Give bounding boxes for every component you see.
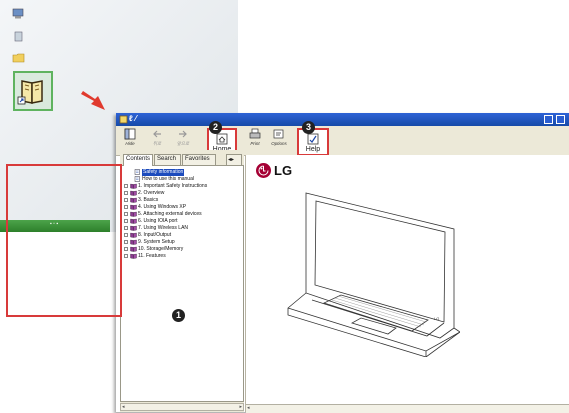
tree-item-label: 5. Attaching external devices bbox=[138, 211, 202, 217]
app-icon bbox=[119, 115, 128, 124]
tab-favorites[interactable]: Favorites bbox=[182, 154, 216, 165]
tree-item-label: How to use this manual bbox=[142, 176, 194, 182]
tree-item-label: 4. Using Windows XP bbox=[138, 204, 187, 210]
tree-item-label: 11. Features bbox=[138, 253, 166, 259]
help-book-shortcut[interactable] bbox=[13, 71, 53, 111]
tree-item-label: 1. Important Safety Instructions bbox=[138, 183, 208, 189]
book-icon bbox=[130, 253, 137, 259]
book-icon bbox=[130, 190, 137, 196]
tree-item[interactable]: 7. Using Wireless LAN bbox=[124, 225, 239, 232]
book-icon bbox=[130, 239, 137, 245]
tree-item[interactable]: 11. Features bbox=[124, 253, 239, 260]
tree-item[interactable]: 5. Attaching external devices bbox=[124, 211, 239, 218]
expand-plus-icon[interactable] bbox=[124, 205, 128, 209]
expand-plus-icon[interactable] bbox=[124, 191, 128, 195]
print-icon bbox=[249, 128, 261, 139]
expand-plus-icon[interactable] bbox=[124, 247, 128, 251]
help-icon bbox=[307, 133, 319, 145]
window-title: ℓ ⁄ bbox=[129, 114, 137, 123]
title-bar[interactable]: ℓ ⁄ bbox=[116, 113, 569, 126]
contents-tree-panel: Safety information How to use this manual… bbox=[120, 165, 244, 402]
help-book-icon bbox=[17, 80, 43, 105]
book-icon bbox=[130, 232, 137, 238]
help-page-icon bbox=[134, 176, 140, 182]
tab-search[interactable]: Search bbox=[154, 154, 181, 165]
callout-1: 1 bbox=[172, 309, 185, 322]
nav-horizontal-scrollbar[interactable]: ◂ ▸ bbox=[120, 403, 244, 411]
book-icon bbox=[130, 183, 137, 189]
home-icon bbox=[216, 133, 228, 145]
back-button[interactable]: 뒤로 bbox=[146, 128, 168, 147]
expand-plus-icon[interactable] bbox=[124, 240, 128, 244]
tab-contents[interactable]: Contents bbox=[123, 154, 153, 166]
options-icon bbox=[273, 129, 284, 139]
tree-item-label: 7. Using Wireless LAN bbox=[138, 225, 189, 231]
tree-item[interactable]: Safety information bbox=[124, 169, 239, 176]
contents-highlight bbox=[6, 164, 122, 317]
tree-item-label: 8. Input/Output bbox=[138, 232, 172, 238]
options-button[interactable]: Options bbox=[268, 128, 290, 146]
forward-arrow-icon bbox=[179, 130, 187, 138]
tree-item-label: 6. Using IOIA port bbox=[138, 218, 178, 224]
svg-text:LG: LG bbox=[434, 316, 439, 321]
callout-3: 3 bbox=[302, 121, 315, 134]
back-arrow-icon bbox=[153, 130, 161, 138]
tree-item[interactable]: 6. Using IOIA port bbox=[124, 218, 239, 225]
tree-item-label: 2. Overview bbox=[138, 190, 165, 196]
book-icon bbox=[130, 246, 137, 252]
hide-pane-icon bbox=[124, 128, 136, 140]
computer-icon[interactable] bbox=[12, 8, 26, 19]
restore-button[interactable] bbox=[544, 115, 553, 124]
expand-plus-icon[interactable] bbox=[124, 184, 128, 188]
expand-plus-icon[interactable] bbox=[124, 198, 128, 202]
book-icon bbox=[130, 218, 137, 224]
tree-item-label: 10. Storage/Memory bbox=[138, 246, 184, 252]
lg-logo: LG bbox=[256, 163, 316, 179]
close-button[interactable] bbox=[556, 115, 565, 124]
content-pane: LG LG ◂ bbox=[245, 155, 569, 413]
forward-button[interactable]: 앞으로 bbox=[172, 128, 194, 147]
book-icon bbox=[130, 197, 137, 203]
tree-item[interactable]: 1. Important Safety Instructions bbox=[124, 183, 239, 190]
tree-item[interactable]: 2. Overview bbox=[124, 190, 239, 197]
tree-item-label: 3. Basics bbox=[138, 197, 159, 203]
book-icon bbox=[130, 204, 137, 210]
book-icon bbox=[130, 211, 137, 217]
folder-icon[interactable] bbox=[12, 52, 26, 63]
recycle-bin-icon[interactable] bbox=[12, 31, 26, 42]
expand-plus-icon[interactable] bbox=[124, 226, 128, 230]
expand-plus-icon[interactable] bbox=[124, 233, 128, 237]
lg-mark-icon bbox=[256, 163, 271, 178]
tree-item[interactable]: 3. Basics bbox=[124, 197, 239, 204]
tree-item[interactable]: 9. System Setup bbox=[124, 239, 239, 246]
callout-2: 2 bbox=[209, 121, 222, 134]
navigation-pane: Contents Search Favorites ◂▸ Safety info… bbox=[120, 150, 244, 412]
expand-plus-icon[interactable] bbox=[124, 219, 128, 223]
tree-item[interactable]: How to use this manual bbox=[124, 176, 239, 183]
brand-text: LG bbox=[274, 163, 293, 178]
tree-item-label: Safety information bbox=[142, 169, 185, 176]
tree-item[interactable]: 8. Input/Output bbox=[124, 232, 239, 239]
tab-scroll-buttons[interactable]: ◂▸ bbox=[226, 154, 242, 165]
book-icon bbox=[130, 225, 137, 231]
expand-plus-icon[interactable] bbox=[124, 212, 128, 216]
help-page-icon bbox=[134, 169, 140, 175]
tree-item-label: 9. System Setup bbox=[138, 239, 175, 245]
tree-item[interactable]: 4. Using Windows XP bbox=[124, 204, 239, 211]
contents-tree: Safety information How to use this manual… bbox=[124, 169, 239, 260]
pointer-arrow-icon bbox=[81, 91, 105, 110]
hide-button[interactable]: Hide bbox=[119, 128, 141, 146]
help-window[interactable]: ℓ ⁄ Hide 뒤로 앞으로 Print Options Home bbox=[116, 113, 569, 413]
laptop-illustration: LG bbox=[287, 192, 460, 357]
expand-plus-icon[interactable] bbox=[124, 254, 128, 258]
print-button[interactable]: Print bbox=[244, 128, 266, 146]
tree-item[interactable]: 10. Storage/Memory bbox=[124, 246, 239, 253]
